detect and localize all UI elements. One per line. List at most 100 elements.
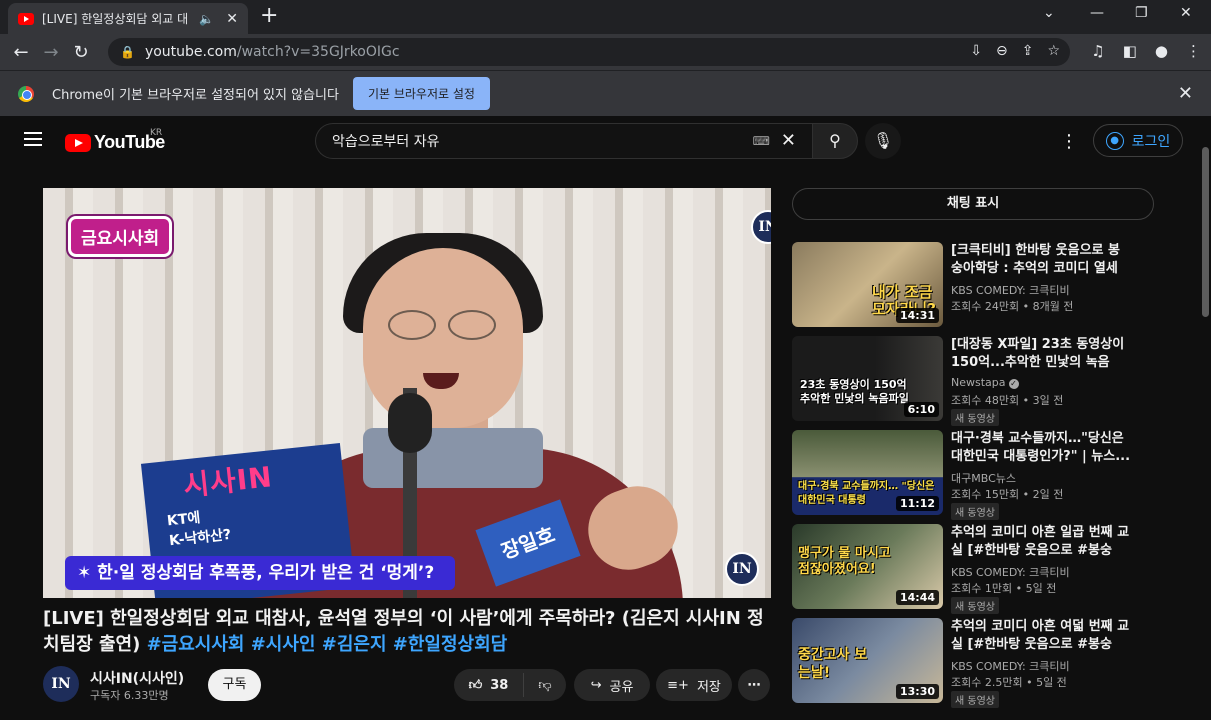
- clear-search-icon[interactable]: ✕: [781, 130, 796, 151]
- url-path: /watch?v=35GJrkoOIGc: [236, 44, 400, 60]
- rec-channel[interactable]: KBS COMEDY: 크큭티비: [951, 658, 1070, 674]
- scrollbar-thumb[interactable]: [1202, 147, 1209, 317]
- login-button[interactable]: ● 로그인: [1093, 124, 1183, 157]
- thumbs-down-icon: 👎︎: [538, 677, 552, 693]
- video-caption: ✶ 한·일 정상회담 후폭풍, 우리가 받은 건 ‘멍게’?: [65, 556, 455, 590]
- user-circle-icon: ●: [1105, 131, 1124, 150]
- reload-button[interactable]: ↻: [66, 42, 96, 63]
- hamburger-menu-icon[interactable]: [24, 132, 42, 146]
- browser-tabstrip: [LIVE] 한일정상회담 외교 대 🔈 ✕ + ⌄ — ❐ ✕: [0, 0, 1211, 34]
- search-input[interactable]: 악습으로부터 자유 ⌨ ✕: [315, 123, 812, 159]
- show-chat-button[interactable]: 채팅 표시: [792, 188, 1154, 220]
- new-video-badge: 새 동영상: [951, 597, 999, 614]
- subscribe-button[interactable]: 구독: [208, 669, 261, 701]
- rec-duration: 11:12: [895, 496, 939, 511]
- recommendation-item[interactable]: 대구·경북 교수들까지… "당신은 대한민국 대통령 11:12 대구·경북 교…: [792, 430, 1172, 524]
- new-video-badge: 새 동영상: [951, 503, 999, 520]
- like-button[interactable]: 👍︎ 38: [454, 673, 524, 697]
- rec-thumbnail[interactable]: 대구·경북 교수들까지… "당신은 대한민국 대통령 11:12: [792, 430, 943, 515]
- thumbs-up-icon: 👍︎: [468, 677, 483, 693]
- rec-thumbnail[interactable]: 맹구가 물 마시고 점잖아졌어요! 14:44: [792, 524, 943, 609]
- rec-views: 조회수 15만회 • 2일 전: [951, 488, 1064, 501]
- search-query: 악습으로부터 자유: [332, 134, 440, 150]
- close-window-button[interactable]: ✕: [1180, 5, 1192, 21]
- channel-name[interactable]: 시사IN(시사인): [90, 668, 184, 688]
- new-video-badge: 새 동영상: [951, 409, 999, 426]
- lock-icon[interactable]: 🔒: [120, 45, 135, 59]
- youtube-favicon-icon: [18, 12, 34, 25]
- share-button[interactable]: ↪ 공유: [574, 669, 650, 701]
- close-tab-icon[interactable]: ✕: [226, 11, 238, 27]
- youtube-header: YouTube KR 악습으로부터 자유 ⌨ ✕ ⚲ 🎙 ⋮ ● 로그인: [0, 117, 1211, 165]
- rec-thumbnail[interactable]: 중간고사 보는날! 13:30: [792, 618, 943, 703]
- rec-views: 조회수 1만회 • 5일 전: [951, 582, 1057, 595]
- search-icon: ⚲: [829, 131, 841, 150]
- rec-title[interactable]: 추억의 코미디 아흔 일곱 번째 교실 [#한바탕 웃음으로 #봉숭아...: [951, 524, 1131, 560]
- close-infobar-icon[interactable]: ✕: [1178, 83, 1193, 104]
- media-control-icon[interactable]: ♫: [1091, 42, 1104, 60]
- save-label: 저장: [696, 679, 721, 695]
- browser-toolbar: ← → ↻ 🔒 youtube.com/watch?v=35GJrkoOIGc …: [0, 34, 1211, 70]
- new-video-badge: 새 동영상: [951, 691, 999, 708]
- rec-views: 조회수 24만회 • 8개월 전: [951, 300, 1074, 313]
- recommendation-item[interactable]: 맹구가 물 마시고 점잖아졌어요! 14:44 추억의 코미디 아흔 일곱 번째…: [792, 524, 1172, 618]
- address-bar[interactable]: 🔒 youtube.com/watch?v=35GJrkoOIGc ⇩ ⊖ ⇪ …: [108, 38, 1070, 66]
- set-default-browser-button[interactable]: 기본 브라우저로 설정: [352, 77, 490, 110]
- more-actions-button[interactable]: ⋯: [738, 669, 770, 701]
- page-scrollbar[interactable]: [1200, 117, 1211, 720]
- rec-title[interactable]: 추억의 코미디 아흔 여덟 번째 교실 [#한바탕 웃음으로 #봉숭아...: [951, 618, 1131, 654]
- rec-channel[interactable]: KBS COMEDY: 크큭티비: [951, 282, 1070, 298]
- save-button[interactable]: ≡+ 저장: [656, 669, 732, 701]
- speaker-icon[interactable]: 🔈: [199, 12, 214, 26]
- tab-search-icon[interactable]: ⌄: [1043, 5, 1055, 21]
- side-panel-icon[interactable]: ◧: [1123, 42, 1137, 60]
- video-player[interactable]: 시사IN KT에 K-낙하산? 장일호 금요시사회 ✶ 한·일 정상회담 후폭풍…: [43, 188, 771, 598]
- card-logo: 시사IN: [181, 460, 275, 503]
- rec-thumb-text: 맹구가 물 마시고 점잖아졌어요!: [798, 546, 891, 577]
- bookmark-star-icon[interactable]: ☆: [1047, 43, 1060, 59]
- verified-check-icon: ✓: [1008, 379, 1019, 389]
- share-arrow-icon: ↪: [590, 677, 602, 693]
- install-icon[interactable]: ⇩: [970, 43, 982, 59]
- rec-channel[interactable]: 대구MBC뉴스: [951, 470, 1016, 486]
- keyboard-icon[interactable]: ⌨: [753, 134, 770, 148]
- rec-channel[interactable]: KBS COMEDY: 크큭티비: [951, 564, 1070, 580]
- subscriber-count: 구독자 6.33만명: [90, 689, 169, 702]
- share-page-icon[interactable]: ⇪: [1022, 43, 1034, 59]
- dislike-button[interactable]: 👎︎: [524, 678, 566, 693]
- default-browser-infobar: Chrome이 기본 브라우저로 설정되어 있지 않습니다 기본 브라우저로 설…: [0, 70, 1211, 116]
- profile-icon[interactable]: ●: [1155, 42, 1168, 60]
- studio-microphone: [388, 393, 432, 453]
- region-code: KR: [150, 128, 163, 138]
- rec-title[interactable]: [크큭티비] 한바탕 웃음으로 봉숭아학당 : 추억의 코미디 열세 번...: [951, 242, 1131, 278]
- program-badge: 금요시사회: [68, 216, 173, 257]
- rec-thumbnail[interactable]: 내가 조금 모자라니? 14:31: [792, 242, 943, 327]
- zoom-icon[interactable]: ⊖: [996, 43, 1008, 59]
- recommendation-item[interactable]: 중간고사 보는날! 13:30 추억의 코미디 아흔 여덟 번째 교실 [#한바…: [792, 618, 1172, 712]
- like-count: 38: [490, 677, 509, 693]
- restore-button[interactable]: ❐: [1135, 5, 1148, 21]
- rec-channel[interactable]: Newstapa ✓: [951, 376, 1019, 389]
- recommendation-item[interactable]: 23초 동영상이 150억 추악한 민낯의 녹음파일 6:10 [대장동 X파일…: [792, 336, 1172, 430]
- playlist-add-icon: ≡+: [667, 677, 689, 693]
- new-tab-button[interactable]: +: [260, 5, 278, 27]
- share-label: 공유: [609, 679, 634, 695]
- rec-title[interactable]: 대구·경북 교수들까지…"당신은 대한민국 대통령인가?" | 뉴스...: [951, 430, 1131, 466]
- chrome-menu-icon[interactable]: ⋮: [1186, 42, 1201, 60]
- back-button[interactable]: ←: [6, 42, 36, 63]
- channel-row: IN 시사IN(시사인) 구독자 6.33만명 구독 👍︎ 38 👎︎ ↪ 공유…: [43, 664, 771, 704]
- voice-search-button[interactable]: 🎙: [865, 123, 901, 159]
- rec-thumb-text: 중간고사 보는날!: [798, 647, 868, 681]
- video-hashtags[interactable]: #금요시사회 #시사인 #김은지 #한일정상회담: [147, 634, 508, 655]
- browser-tab[interactable]: [LIVE] 한일정상회담 외교 대 🔈 ✕: [8, 3, 248, 34]
- rec-title[interactable]: [대장동 X파일] 23초 동영상이 150억...추악한 민낯의 녹음파...: [951, 336, 1131, 372]
- more-horizontal-icon: ⋯: [747, 677, 761, 693]
- minimize-button[interactable]: —: [1090, 5, 1104, 21]
- forward-button[interactable]: →: [36, 42, 66, 63]
- rec-thumbnail[interactable]: 23초 동영상이 150억 추악한 민낯의 녹음파일 6:10: [792, 336, 943, 421]
- search-button[interactable]: ⚲: [812, 123, 858, 159]
- channel-avatar[interactable]: IN: [43, 666, 79, 702]
- recommendation-item[interactable]: 내가 조금 모자라니? 14:31 [크큭티비] 한바탕 웃음으로 봉숭아학당 …: [792, 242, 1172, 336]
- settings-more-icon[interactable]: ⋮: [1060, 131, 1078, 152]
- microphone-icon: 🎙: [872, 131, 894, 150]
